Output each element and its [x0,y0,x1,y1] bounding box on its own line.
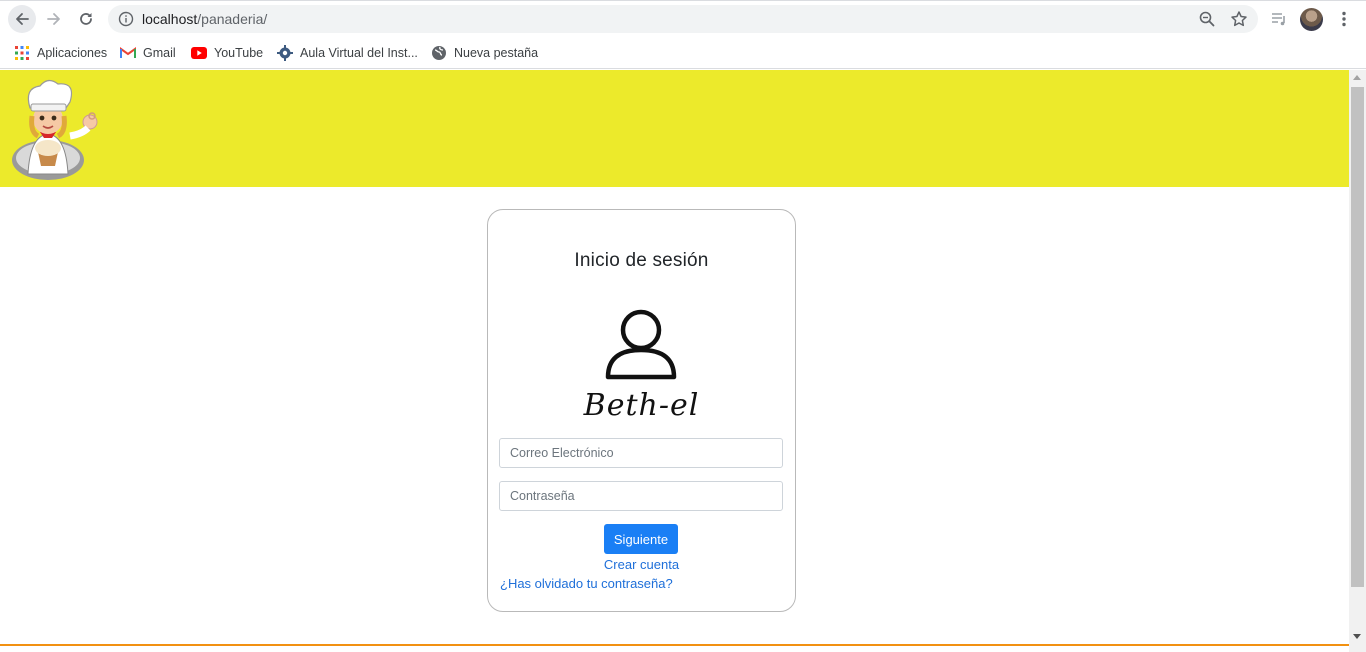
arrow-right-icon [47,13,60,25]
bookmark-label: Aplicaciones [37,46,108,60]
bookmark-label: Nueva pestaña [454,46,539,60]
youtube-icon [191,45,207,61]
tab-strip-edge [0,0,1366,1]
reload-button[interactable] [72,5,100,33]
apps-grid-icon [14,45,30,61]
vertical-scrollbar[interactable] [1349,70,1366,652]
scrollbar-thumb[interactable] [1351,87,1364,587]
bookmark-aplicaciones[interactable]: Aplicaciones [14,43,107,63]
zoom-icon[interactable] [1198,10,1216,28]
back-button[interactable] [8,5,36,33]
forward-button[interactable] [40,5,68,33]
arrow-left-icon [16,13,29,25]
footer-divider [0,644,1349,646]
avatar[interactable] [1300,8,1323,31]
bookmark-label: YouTube [214,46,264,60]
site-header [0,70,1349,187]
star-icon[interactable] [1230,10,1248,28]
bookmarks-bar: Aplicaciones Gmail YouTube Aula Virtual … [0,38,1366,69]
forgot-password-link[interactable]: ¿Has olvidado tu contraseña? [500,576,673,591]
bookmark-label: Aula Virtual del Inst... [300,46,418,60]
login-card: Inicio de sesión Beth-el Siguiente Crear… [487,209,796,612]
scroll-down-icon[interactable] [1353,634,1361,639]
address-bar[interactable]: localhost/panaderia/ [108,5,1258,33]
url-path: /panaderia/ [197,11,268,27]
browser-toolbar: localhost/panaderia/ [0,0,1366,38]
bookmark-label: Gmail [143,46,176,60]
bookmark-gmail[interactable]: Gmail [120,43,176,63]
gmail-icon [120,45,136,61]
kebab-menu-icon[interactable] [1334,9,1354,29]
user-icon [605,309,677,380]
password-field[interactable] [499,481,783,511]
scroll-up-icon[interactable] [1353,75,1361,80]
brand-name: Beth-el [583,388,700,423]
url-text[interactable]: localhost/panaderia/ [142,11,267,27]
bookmark-nueva-pestana[interactable]: Nueva pestaña [431,43,538,63]
info-icon[interactable] [118,11,134,27]
media-queue-icon[interactable] [1269,9,1289,29]
reload-icon [80,13,92,25]
url-host: localhost [142,11,198,27]
chef-logo [12,79,98,180]
login-title: Inicio de sesión [574,250,709,271]
bookmark-aula-virtual[interactable]: Aula Virtual del Inst... [277,43,418,63]
next-button[interactable]: Siguiente [604,524,678,554]
email-field[interactable] [499,438,783,468]
page-viewport: Inicio de sesión Beth-el Siguiente Crear… [0,70,1366,652]
globe-icon [431,45,447,61]
bookmark-youtube[interactable]: YouTube [191,43,263,63]
gear-icon [277,45,293,61]
create-account-link[interactable]: Crear cuenta [488,557,795,572]
